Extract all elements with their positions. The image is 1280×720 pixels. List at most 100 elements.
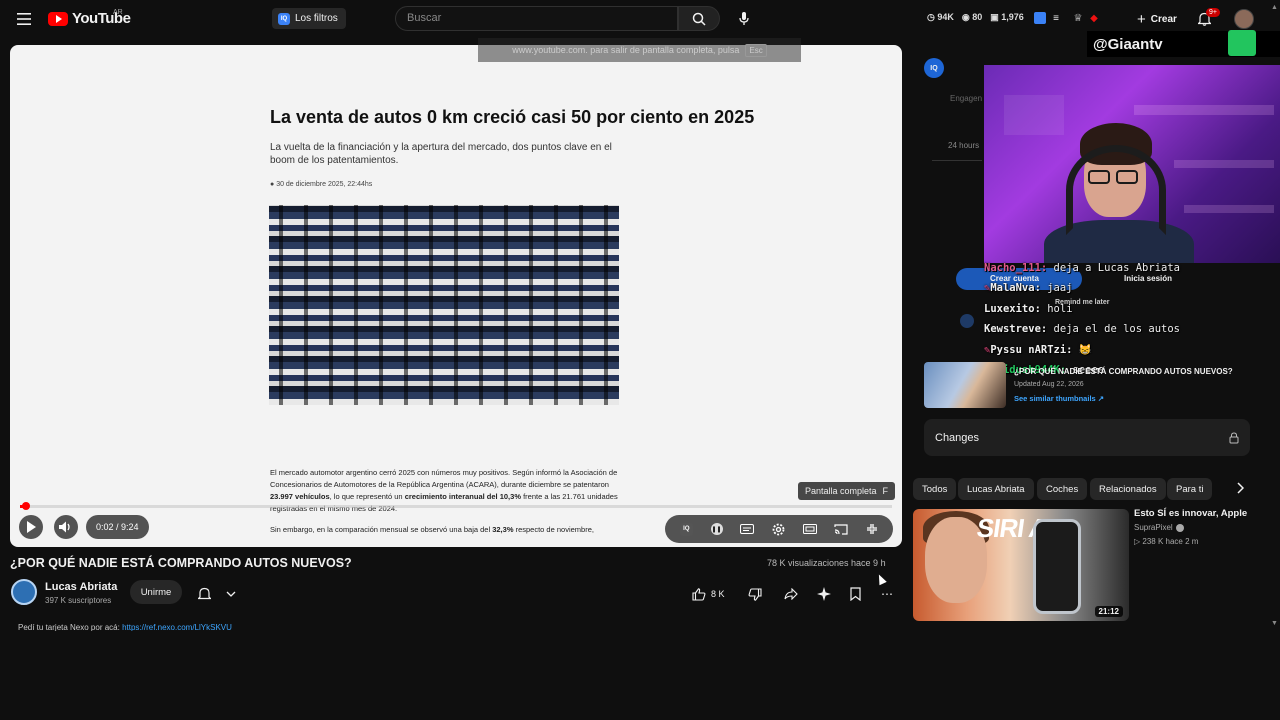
lock-icon	[1229, 431, 1239, 443]
user-avatar[interactable]	[1234, 9, 1254, 29]
stat-likes: ◉ 80	[961, 12, 983, 22]
see-similar-link[interactable]: See similar thumbnails ↗	[1014, 394, 1104, 403]
verified-icon	[1175, 523, 1184, 532]
chips-next-button[interactable]	[1236, 481, 1250, 497]
scroll-down-icon[interactable]: ▼	[1271, 620, 1278, 627]
save-button[interactable]	[850, 584, 861, 604]
scroll-up-icon[interactable]: ▲	[1271, 4, 1278, 11]
thumbs-up-icon	[692, 587, 706, 601]
changes-card[interactable]: Changes	[924, 419, 1250, 456]
filters-label: Los filtros	[295, 13, 338, 24]
stat-comments: ▣ 1,976	[990, 12, 1024, 22]
filter-chip[interactable]: Relacionados	[1090, 478, 1166, 500]
chat-text: holi	[1047, 302, 1073, 315]
volume-icon	[59, 521, 70, 533]
filter-chip[interactable]: Lucas Abriata	[958, 478, 1034, 500]
esc-key-hint: Esc	[745, 43, 767, 57]
play-button[interactable]	[19, 515, 43, 539]
filter-chip[interactable]: Para ti	[1167, 478, 1213, 500]
engagement-tab[interactable]: Engagen	[950, 94, 982, 103]
cast-icon[interactable]	[834, 523, 848, 535]
search-button[interactable]	[678, 6, 720, 31]
article-subtitle: La vuelta de la financiación y la apertu…	[270, 142, 612, 166]
filters-button[interactable]: IQ Los filtros	[272, 8, 346, 29]
recommended-video-thumbnail[interactable]: SIRI AI 21:12	[913, 509, 1129, 621]
plus-icon: +	[1137, 10, 1146, 28]
thumbs-down-icon	[748, 587, 762, 601]
create-button[interactable]: + Crear	[1127, 8, 1187, 30]
parking-lot-cars-image	[269, 205, 619, 405]
filter-chip[interactable]: Coches	[1037, 478, 1088, 500]
progress-bar[interactable]	[20, 502, 892, 510]
microphone-icon	[738, 11, 749, 25]
iq-panel-logo[interactable]: IQ	[924, 58, 944, 78]
video-title: ¿POR QUÉ NADIE ESTÁ COMPRANDO AUTOS NUEV…	[10, 556, 352, 570]
fullscreen-tooltip: Pantalla completa F	[798, 482, 896, 500]
queue-icon[interactable]: ≡	[1050, 11, 1062, 25]
chat-message: Nacho_111: deja a Lucas Abriata	[984, 258, 1214, 278]
chat-message: ✎Pyssu nARTzi: 😸	[984, 340, 1214, 360]
player-controls-right: IQ ❚❚	[665, 515, 893, 543]
more-actions-button[interactable]: ⋯	[881, 584, 893, 604]
time-display: 0:02 / 9:24	[86, 515, 149, 539]
description-preview[interactable]: Pedí tu tarjeta Nexo por acá: https://re…	[18, 623, 232, 631]
play-icon	[27, 521, 36, 533]
more-dots-icon: ⋯	[881, 587, 893, 601]
ask-ai-button[interactable]	[817, 584, 831, 604]
streamer-webcam	[984, 65, 1280, 263]
view-count: 78 K visualizaciones hace 9 h	[767, 558, 886, 568]
changes-label: Changes	[935, 431, 980, 444]
search-input[interactable]: Buscar	[395, 6, 678, 31]
chat-text: 😸	[1078, 343, 1092, 356]
related-updated: Updated Aug 22, 2026	[1014, 381, 1084, 388]
chat-text: deja a Lucas Abriata	[1053, 262, 1180, 274]
chat-username: Nacho_111:	[984, 262, 1048, 274]
chat-username: Pyssu nARTzi:	[990, 343, 1073, 356]
iq-player-icon[interactable]: IQ	[679, 522, 693, 536]
menu-icon[interactable]	[12, 9, 36, 29]
related-thumbnail	[924, 362, 1006, 408]
extension-icon[interactable]	[1034, 12, 1046, 24]
sparkle-icon	[817, 587, 831, 601]
related-thumbnail-card[interactable]: ¿POR QUÉ NADIE ESTÁ COMPRANDO AUTOS NUEV…	[918, 358, 1250, 412]
panel-indicator	[960, 314, 974, 328]
article-date: ● 30 de diciembre 2025, 22:44hs	[270, 181, 373, 188]
recommended-video-title[interactable]: Esto SÍ es innovar, Apple	[1134, 508, 1247, 519]
chat-message: ✎MalaNva: jaaj	[984, 278, 1214, 298]
dislike-button[interactable]	[748, 584, 762, 604]
volume-button[interactable]	[54, 515, 78, 539]
join-button[interactable]: Unirme	[130, 580, 182, 604]
article-title: La venta de autos 0 km creció casi 50 po…	[270, 107, 755, 127]
subscriber-count: 397 K suscriptores	[45, 596, 112, 605]
theater-mode-icon[interactable]	[802, 524, 817, 534]
filter-chip[interactable]: Todos	[913, 478, 957, 500]
exit-fullscreen-icon[interactable]	[866, 523, 878, 535]
subscription-bell-button[interactable]	[198, 584, 236, 604]
recommended-channel[interactable]: SupraPixel	[1134, 523, 1184, 532]
description-link[interactable]: https://ref.nexo.com/LlYkSKVU	[122, 623, 232, 631]
channel-avatar[interactable]	[11, 579, 37, 605]
pause-toggle-icon[interactable]: ❚❚	[710, 523, 723, 535]
trophy-icon[interactable]: ♕	[1071, 11, 1085, 25]
channel-name[interactable]: Lucas Abriata	[45, 581, 117, 593]
like-button[interactable]: 8 K	[692, 584, 725, 604]
progress-scrubber[interactable]	[22, 502, 31, 510]
share-icon	[784, 588, 798, 600]
chat-text: deja el de los autos	[1053, 323, 1180, 336]
alert-icon[interactable]: ◆	[1088, 11, 1100, 25]
divider	[932, 160, 982, 161]
voice-search-button[interactable]	[731, 6, 756, 31]
settings-gear-icon[interactable]	[772, 523, 785, 536]
search-icon	[692, 12, 706, 26]
handle-accent	[1228, 30, 1256, 56]
chevron-down-icon	[226, 591, 236, 597]
bookmark-icon	[850, 587, 861, 601]
video-player[interactable]: La venta de autos 0 km creció casi 50 po…	[10, 45, 902, 547]
article-paragraph: Sin embargo, en la comparación mensual s…	[270, 525, 594, 534]
fullscreen-exit-message: www.youtube.com. para salir de pantalla …	[478, 38, 801, 62]
chat-username: Kewstreve:	[984, 323, 1048, 336]
share-button[interactable]	[784, 584, 798, 604]
chat-username: Luxexito:	[984, 302, 1041, 315]
time-range-tab[interactable]: 24 hours	[948, 141, 979, 150]
subtitles-icon[interactable]	[740, 524, 755, 534]
